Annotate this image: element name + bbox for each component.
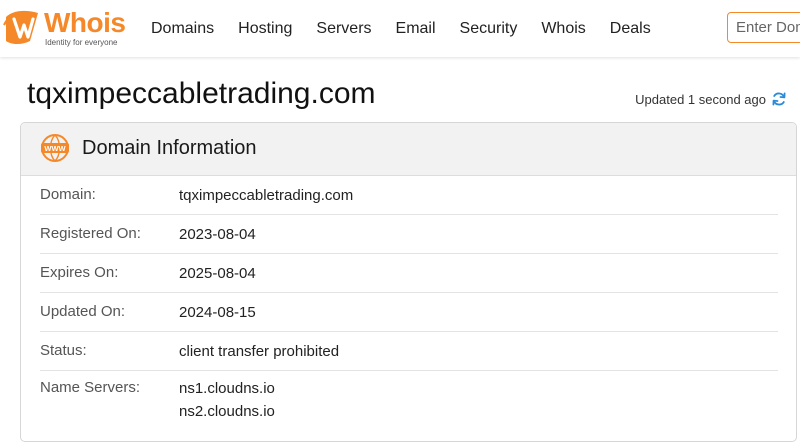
- row-label: Name Servers:: [40, 379, 141, 396]
- updated-status: Updated 1 second ago: [635, 91, 787, 107]
- updated-text: Updated 1 second ago: [635, 91, 766, 107]
- row-value: tqximpeccabletrading.com: [179, 187, 354, 204]
- row-label: Expires On:: [40, 264, 119, 281]
- row-label: Registered On:: [40, 225, 141, 242]
- site-header: Whois Identity for everyone Domains Host…: [0, 0, 800, 57]
- page-title: tqximpeccabletrading.com: [27, 77, 376, 110]
- nav-email[interactable]: Email: [396, 18, 436, 40]
- logo-tagline: Identity for everyone: [45, 38, 118, 47]
- name-server-value: ns2.cloudns.io: [179, 403, 275, 420]
- row-value: 2023-08-04: [179, 226, 256, 243]
- www-icon: WWW: [41, 134, 69, 162]
- info-row-name-servers: Name Servers: ns1.cloudns.io ns2.cloudns…: [40, 371, 778, 429]
- info-row-registered-on: Registered On: 2023-08-04: [40, 215, 778, 254]
- card-header: WWW Domain Information: [21, 123, 796, 176]
- domain-information-card: WWW Domain Information Domain: tqximpecc…: [20, 122, 797, 442]
- whois-logo[interactable]: Whois Identity for everyone: [0, 6, 135, 50]
- info-row-expires-on: Expires On: 2025-08-04: [40, 254, 778, 293]
- nav-whois[interactable]: Whois: [541, 18, 585, 40]
- nav-hosting[interactable]: Hosting: [238, 18, 292, 40]
- whois-logo-icon: [3, 10, 38, 44]
- nav-security[interactable]: Security: [460, 18, 518, 40]
- info-row-domain: Domain: tqximpeccabletrading.com: [40, 176, 778, 215]
- nav-domains[interactable]: Domains: [151, 18, 214, 40]
- card-title: Domain Information: [82, 137, 257, 159]
- row-label: Status:: [40, 342, 87, 359]
- nav-servers[interactable]: Servers: [316, 18, 371, 40]
- main-nav: Domains Hosting Servers Email Security W…: [151, 18, 675, 40]
- refresh-icon[interactable]: [771, 91, 787, 107]
- row-value: client transfer prohibited: [179, 343, 340, 360]
- nav-deals[interactable]: Deals: [610, 18, 651, 40]
- row-label: Domain:: [40, 186, 96, 203]
- row-value: 2024-08-15: [179, 304, 256, 321]
- info-row-status: Status: client transfer prohibited: [40, 332, 778, 371]
- info-row-updated-on: Updated On: 2024-08-15: [40, 293, 778, 332]
- row-label: Updated On:: [40, 303, 126, 320]
- name-server-value: ns1.cloudns.io: [179, 380, 275, 397]
- svg-text:WWW: WWW: [44, 144, 66, 153]
- logo-wordmark: Whois: [44, 7, 126, 38]
- row-value: 2025-08-04: [179, 265, 256, 282]
- domain-search-input[interactable]: [727, 12, 800, 43]
